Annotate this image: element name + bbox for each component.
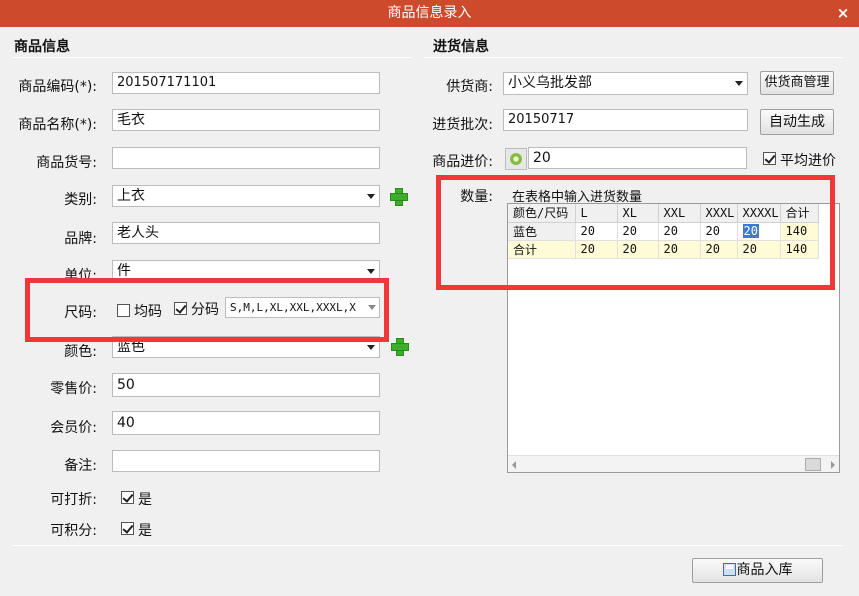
cost-input[interactable]: 20 (528, 147, 747, 169)
close-icon[interactable]: × (833, 0, 853, 27)
add-category-icon[interactable] (389, 187, 408, 206)
auto-generate-button[interactable]: 自动生成 (760, 109, 834, 135)
points-option: 是 (138, 523, 152, 539)
points-checkbox[interactable] (121, 522, 134, 535)
window-titlebar: 商品信息录入 (0, 0, 859, 27)
size-list-value: S,M,L,XL,XXL,XXXL,X (230, 301, 356, 314)
remark-label: 备注: (64, 458, 97, 474)
chevron-down-icon (735, 81, 743, 86)
product-section-title: 商品信息 (14, 39, 70, 55)
scroll-thumb[interactable] (805, 458, 821, 471)
save-to-stock-label: 商品入库 (736, 562, 793, 578)
category-select[interactable]: 上衣 (112, 185, 380, 207)
uniform-size-checkbox[interactable] (117, 304, 130, 317)
gear-icon[interactable] (505, 148, 527, 170)
supplier-manage-button[interactable]: 供货商管理 (760, 71, 834, 95)
color-label: 颜色: (64, 344, 97, 360)
size-label: 尺码: (64, 305, 97, 321)
item-no-label: 商品货号: (36, 155, 97, 171)
cost-label: 商品进价: (432, 154, 493, 170)
scroll-left-icon[interactable] (512, 461, 516, 469)
footer-divider (12, 545, 843, 546)
product-code-label: 商品编码(*): (18, 79, 97, 95)
brand-input[interactable]: 老人头 (112, 222, 380, 244)
member-price-input[interactable]: 40 (112, 411, 380, 435)
window-title: 商品信息录入 (387, 5, 472, 21)
add-color-icon[interactable] (390, 337, 409, 356)
supplier-select[interactable]: 小义乌批发部 (503, 72, 748, 95)
unit-value: 件 (117, 263, 131, 279)
purchase-section-divider (424, 57, 843, 58)
retail-price-label: 零售价: (50, 381, 97, 397)
uniform-size-label: 均码 (134, 304, 162, 320)
split-size-checkbox[interactable] (174, 302, 187, 315)
item-no-input[interactable] (112, 147, 380, 169)
product-section-divider (12, 57, 412, 58)
chevron-down-icon (368, 305, 376, 310)
save-icon (722, 563, 736, 576)
retail-price-input[interactable]: 50 (112, 373, 380, 397)
batch-label: 进货批次: (432, 117, 493, 133)
quantity-highlight-box (436, 175, 835, 290)
average-cost-checkbox[interactable] (763, 152, 776, 165)
scroll-right-icon[interactable] (831, 461, 835, 469)
average-cost-label: 平均进价 (780, 153, 836, 169)
category-value: 上衣 (117, 188, 145, 204)
chevron-down-icon (367, 194, 375, 199)
discountable-checkbox[interactable] (121, 491, 134, 504)
product-code-input[interactable]: 201507171101 (112, 72, 380, 94)
product-name-label: 商品名称(*): (18, 117, 97, 133)
chevron-down-icon (367, 345, 375, 350)
remark-input[interactable] (112, 450, 380, 472)
product-name-input[interactable]: 毛衣 (112, 109, 380, 131)
chevron-down-icon (367, 269, 375, 274)
batch-input[interactable]: 20150717 (503, 109, 748, 131)
supplier-label: 供货商: (446, 79, 493, 95)
member-price-label: 会员价: (50, 420, 97, 436)
save-to-stock-button[interactable]: 商品入库 (692, 558, 823, 583)
purchase-section-title: 进货信息 (433, 39, 489, 55)
discountable-label: 可打折: (50, 492, 97, 508)
split-size-label: 分码 (191, 302, 219, 318)
category-label: 类别: (64, 192, 97, 208)
horizontal-scrollbar[interactable] (508, 455, 839, 472)
discountable-option: 是 (138, 492, 152, 508)
size-list-select[interactable]: S,M,L,XL,XXL,XXXL,X (225, 297, 380, 318)
brand-label: 品牌: (64, 231, 97, 247)
supplier-value: 小义乌批发部 (508, 75, 592, 91)
points-label: 可积分: (50, 523, 97, 539)
